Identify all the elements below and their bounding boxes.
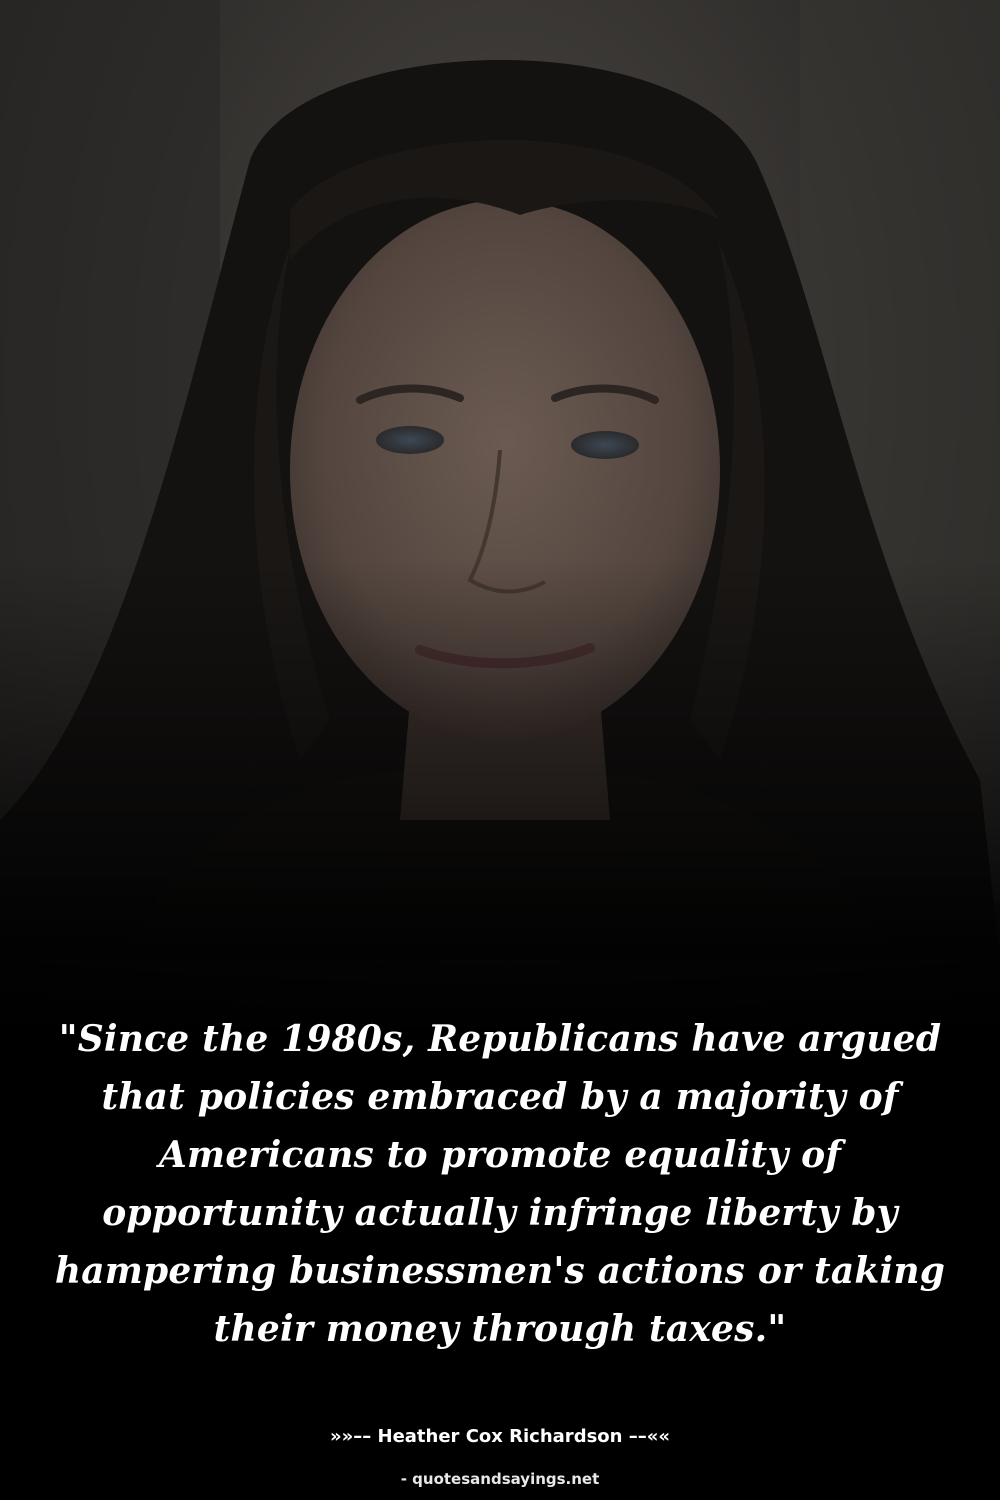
source-watermark: - quotesandsayings.net (400, 1470, 600, 1488)
quote-card: "Since the 1980s, Republicans have argue… (0, 0, 1000, 1500)
quote-text: "Since the 1980s, Republicans have argue… (54, 1018, 946, 1350)
author-attribution: »»–– Heather Cox Richardson ––«« (329, 1426, 670, 1447)
